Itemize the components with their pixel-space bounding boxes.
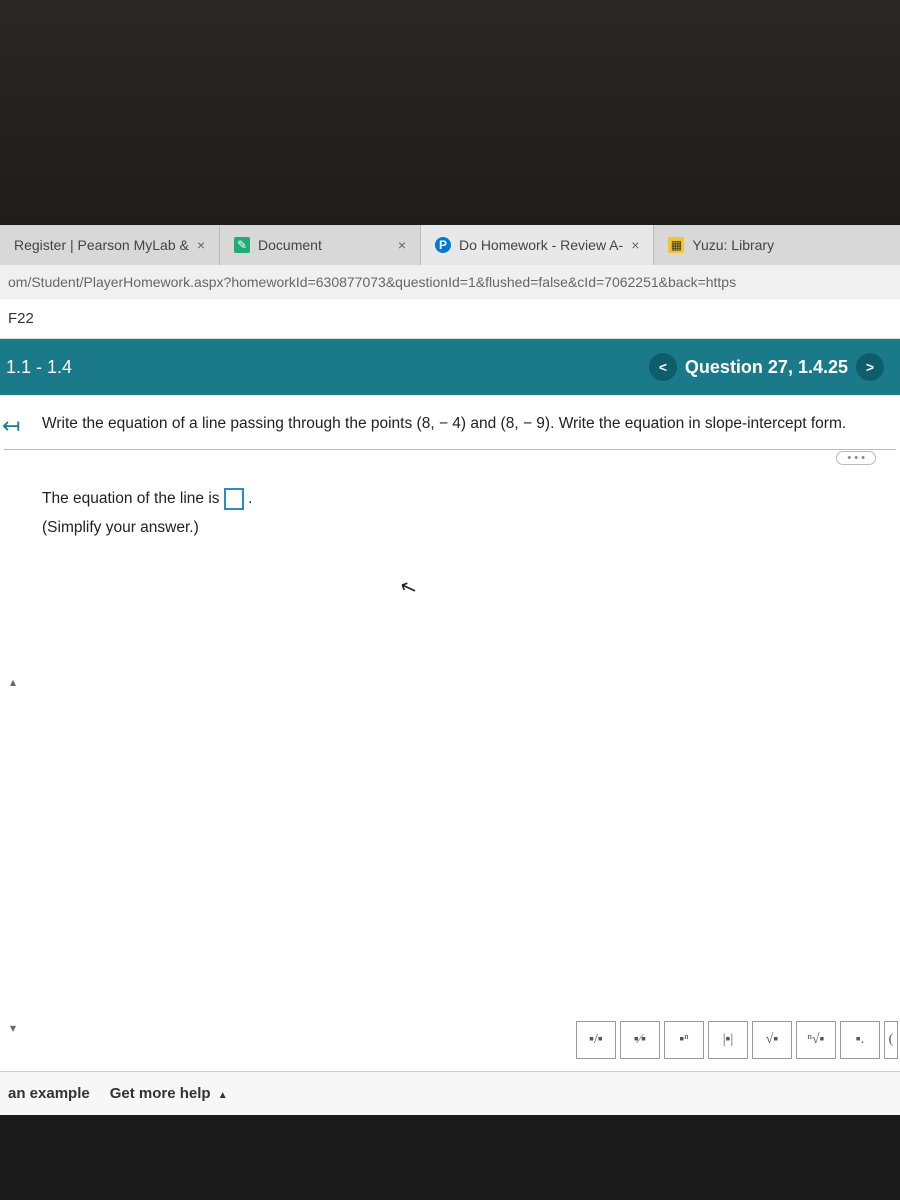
answer-suffix: . — [248, 490, 252, 507]
absolute-value-tool[interactable]: |▪| — [708, 1021, 748, 1059]
prev-question-button[interactable]: < — [649, 353, 677, 381]
example-link[interactable]: an example — [8, 1085, 90, 1102]
more-tool[interactable]: ( — [884, 1021, 898, 1059]
answer-input[interactable] — [224, 488, 244, 510]
tab-pearson[interactable]: Register | Pearson MyLab & × — [0, 225, 220, 265]
tab-homework[interactable]: P Do Homework - Review A- × — [421, 225, 654, 265]
tab-document[interactable]: ✎ Document × — [220, 225, 421, 265]
cursor-icon: ↖ — [396, 573, 420, 602]
footer-bar: an example Get more help ▲ — [0, 1071, 900, 1115]
simplify-hint: (Simplify your answer.) — [42, 515, 884, 541]
section-bar: 1.1 - 1.4 < Question 27, 1.4.25 > — [0, 339, 900, 395]
scroll-down-icon[interactable]: ▾ — [10, 1021, 16, 1035]
page-header: F22 — [0, 299, 900, 339]
back-arrow-icon[interactable]: ↤ — [2, 413, 20, 439]
math-toolbox: ▪/▪ ▪⁄▪ ▪ⁿ |▪| √▪ ⁿ√▪ ▪. ( — [576, 1021, 900, 1059]
photo-background — [0, 0, 900, 225]
question-prompt: Write the equation of a line passing thr… — [4, 411, 896, 450]
question-label: Question 27, 1.4.25 — [685, 357, 848, 378]
get-more-help-button[interactable]: Get more help ▲ — [110, 1085, 228, 1102]
mixed-fraction-tool[interactable]: ▪⁄▪ — [620, 1021, 660, 1059]
exponent-tool[interactable]: ▪ⁿ — [664, 1021, 704, 1059]
get-more-help-label: Get more help — [110, 1085, 211, 1102]
yuzu-icon: ▦ — [668, 237, 684, 253]
pearson-icon: P — [435, 237, 451, 253]
tab-label: Register | Pearson MyLab & — [14, 237, 189, 253]
tab-strip: Register | Pearson MyLab & × ✎ Document … — [0, 225, 900, 265]
answer-area: The equation of the line is . (Simplify … — [4, 466, 896, 541]
browser-window: Register | Pearson MyLab & × ✎ Document … — [0, 225, 900, 1115]
course-code: F22 — [8, 310, 34, 327]
document-icon: ✎ — [234, 237, 250, 253]
url-bar[interactable]: om/Student/PlayerHomework.aspx?homeworkI… — [0, 265, 900, 299]
url-text: om/Student/PlayerHomework.aspx?homeworkI… — [8, 274, 736, 290]
nth-root-tool[interactable]: ⁿ√▪ — [796, 1021, 836, 1059]
scroll-up-icon[interactable]: ▴ — [10, 675, 16, 689]
answer-prefix: The equation of the line is — [42, 490, 224, 507]
caret-up-icon: ▲ — [218, 1090, 228, 1101]
content-area: ↤ Write the equation of a line passing t… — [0, 395, 900, 1115]
subscript-tool[interactable]: ▪. — [840, 1021, 880, 1059]
tab-label: Yuzu: Library — [692, 237, 774, 253]
next-question-button[interactable]: > — [856, 353, 884, 381]
fraction-tool[interactable]: ▪/▪ — [576, 1021, 616, 1059]
close-icon[interactable]: × — [197, 237, 205, 253]
sqrt-tool[interactable]: √▪ — [752, 1021, 792, 1059]
tab-label: Do Homework - Review A- — [459, 237, 623, 253]
tab-label: Document — [258, 237, 322, 253]
more-options-button[interactable]: • • • — [836, 451, 876, 465]
close-icon[interactable]: × — [631, 237, 639, 253]
section-range: 1.1 - 1.4 — [4, 357, 72, 378]
tab-yuzu[interactable]: ▦ Yuzu: Library — [654, 225, 788, 265]
close-icon[interactable]: × — [398, 237, 406, 253]
